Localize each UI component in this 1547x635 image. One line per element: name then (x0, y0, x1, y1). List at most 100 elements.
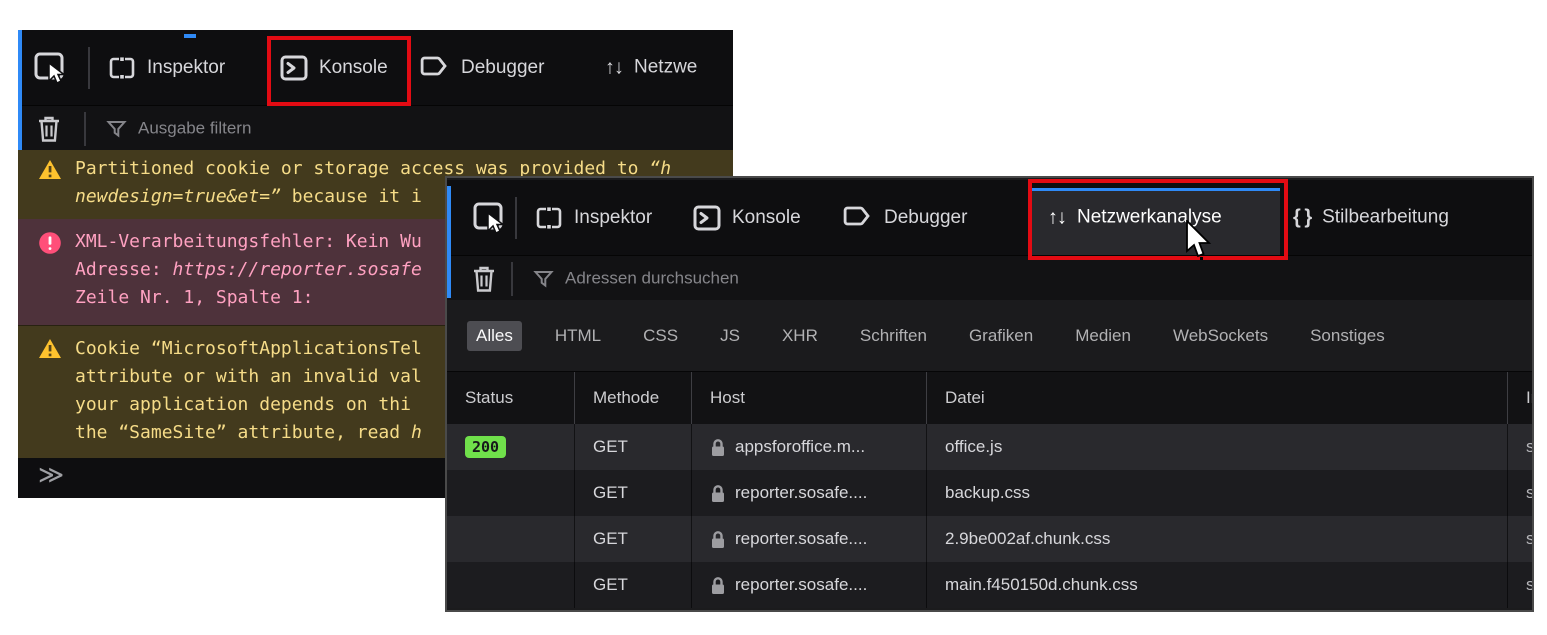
file-cell: 2.9be002af.chunk.css (927, 516, 1508, 562)
tab-label: Inspektor (574, 207, 652, 229)
filter-type-medien[interactable]: Medien (1066, 321, 1140, 351)
message-text: Partitioned cookie or storage access was… (75, 158, 649, 179)
active-tab-indicator (1032, 188, 1280, 191)
tab-label: Konsole (319, 57, 388, 79)
warning-icon (38, 338, 62, 359)
host-cell: reporter.sosafe.... (692, 470, 927, 516)
request-row[interactable]: 200 GET appsforoffice.m... office.js sc (447, 424, 1532, 470)
toolbar-separator (511, 262, 513, 296)
filter-type-js[interactable]: JS (711, 321, 749, 351)
console-icon (280, 54, 308, 82)
tab-konsole[interactable]: Konsole (280, 54, 388, 82)
filter-placeholder: Adressen durchsuchen (565, 269, 739, 289)
method-cell: GET (575, 516, 692, 562)
file-cell: backup.css (927, 470, 1508, 516)
trash-icon (471, 264, 497, 294)
request-row[interactable]: GET reporter.sosafe.... backup.css st (447, 470, 1532, 516)
tab-label: Inspektor (147, 57, 225, 79)
filter-funnel-icon (106, 118, 127, 139)
inspector-icon (108, 54, 136, 82)
tab-label: Debugger (884, 207, 967, 229)
pick-element-icon (34, 52, 68, 84)
message-text: the “SameSite” attribute, read (75, 422, 411, 443)
console-filterbar: Ausgabe filtern (18, 105, 733, 151)
tab-debugger[interactable]: Debugger (420, 54, 544, 82)
host-text: reporter.sosafe.... (735, 575, 867, 595)
window-accent-strip (447, 186, 451, 298)
clear-console-button[interactable] (36, 114, 62, 144)
filter-funnel-icon (533, 268, 554, 289)
console-icon (693, 204, 721, 232)
lock-icon (710, 484, 726, 503)
initiator-cell: sc (1508, 424, 1532, 470)
filter-type-xhr[interactable]: XHR (773, 321, 827, 351)
clear-requests-button[interactable] (471, 264, 497, 294)
devtools-network-window: Inspektor Konsole Debugger ↑↓ Netzwerkan… (447, 178, 1532, 610)
host-cell: reporter.sosafe.... (692, 516, 927, 562)
filter-type-websockets[interactable]: WebSockets (1164, 321, 1277, 351)
tab-stilbearbeitung[interactable]: { } Stilbearbeitung (1293, 206, 1449, 229)
request-table: Status Methode Host Datei In 200 GET app… (447, 372, 1532, 610)
braces-icon: { } (1293, 206, 1311, 229)
network-arrows-icon: ↑↓ (605, 56, 623, 79)
url-filter-input[interactable]: Adressen durchsuchen (533, 268, 739, 289)
trash-icon (36, 114, 62, 144)
message-url: https://reporter.sosafe (173, 259, 422, 280)
toolbar-separator (515, 197, 517, 239)
lock-icon (710, 438, 726, 457)
request-row[interactable]: GET reporter.sosafe.... main.f450150d.ch… (447, 562, 1532, 608)
message-text: Adresse: (75, 259, 173, 280)
pick-element-button[interactable] (473, 202, 507, 234)
method-cell: GET (575, 470, 692, 516)
message-text: Zeile Nr. 1, Spalte 1: (75, 287, 313, 308)
filter-type-sonstiges[interactable]: Sonstiges (1301, 321, 1394, 351)
tab-inspektor[interactable]: Inspektor (108, 54, 225, 82)
initiator-cell: st (1508, 562, 1532, 608)
host-text: reporter.sosafe.... (735, 483, 867, 503)
mouse-cursor (1184, 220, 1212, 260)
tab-label: Netzwe (634, 57, 697, 79)
active-tab-indicator (184, 34, 196, 38)
filter-type-alles[interactable]: Alles (467, 321, 522, 351)
column-header-methode[interactable]: Methode (575, 372, 692, 424)
status-badge: 200 (465, 436, 506, 458)
console-filter-input[interactable]: Ausgabe filtern (106, 118, 251, 139)
tab-konsole[interactable]: Konsole (693, 204, 801, 232)
tab-netzwerkanalyse[interactable]: ↑↓ Netzwe (605, 56, 697, 79)
initiator-cell: st (1508, 470, 1532, 516)
request-type-filterbar: Alles HTML CSS JS XHR Schriften Grafiken… (447, 300, 1532, 372)
filter-type-schriften[interactable]: Schriften (851, 321, 936, 351)
filter-type-html[interactable]: HTML (546, 321, 610, 351)
column-header-status[interactable]: Status (447, 372, 575, 424)
host-cell: reporter.sosafe.... (692, 562, 927, 608)
tab-label: Debugger (461, 57, 544, 79)
debugger-icon (843, 204, 873, 232)
network-filterbar: Adressen durchsuchen (447, 255, 1532, 301)
inspector-icon (535, 204, 563, 232)
filter-placeholder: Ausgabe filtern (138, 119, 251, 139)
file-cell: office.js (927, 424, 1508, 470)
tab-inspektor[interactable]: Inspektor (535, 204, 652, 232)
pick-element-button[interactable] (34, 52, 68, 84)
filter-type-css[interactable]: CSS (634, 321, 687, 351)
filter-type-grafiken[interactable]: Grafiken (960, 321, 1042, 351)
request-row[interactable]: GET reporter.sosafe.... 2.9be002af.chunk… (447, 516, 1532, 562)
window-accent-strip (18, 30, 22, 150)
column-header-datei[interactable]: Datei (927, 372, 1508, 424)
message-text: because it i (281, 186, 422, 207)
toolbar-separator (84, 112, 86, 146)
warning-icon (38, 159, 62, 180)
host-text: reporter.sosafe.... (735, 529, 867, 549)
message-url: newdesign=true&et=” (75, 186, 281, 207)
message-text: XML-Verarbeitungsfehler: Kein Wu (75, 231, 422, 252)
column-header-initiator[interactable]: In (1508, 372, 1532, 424)
debugger-icon (420, 54, 450, 82)
lock-icon (710, 530, 726, 549)
message-text: attribute or with an invalid val (75, 366, 422, 387)
tab-debugger[interactable]: Debugger (843, 204, 967, 232)
host-cell: appsforoffice.m... (692, 424, 927, 470)
error-icon (38, 231, 62, 255)
tab-label: Stilbearbeitung (1322, 207, 1449, 229)
column-header-host[interactable]: Host (692, 372, 927, 424)
network-arrows-icon: ↑↓ (1048, 206, 1066, 229)
